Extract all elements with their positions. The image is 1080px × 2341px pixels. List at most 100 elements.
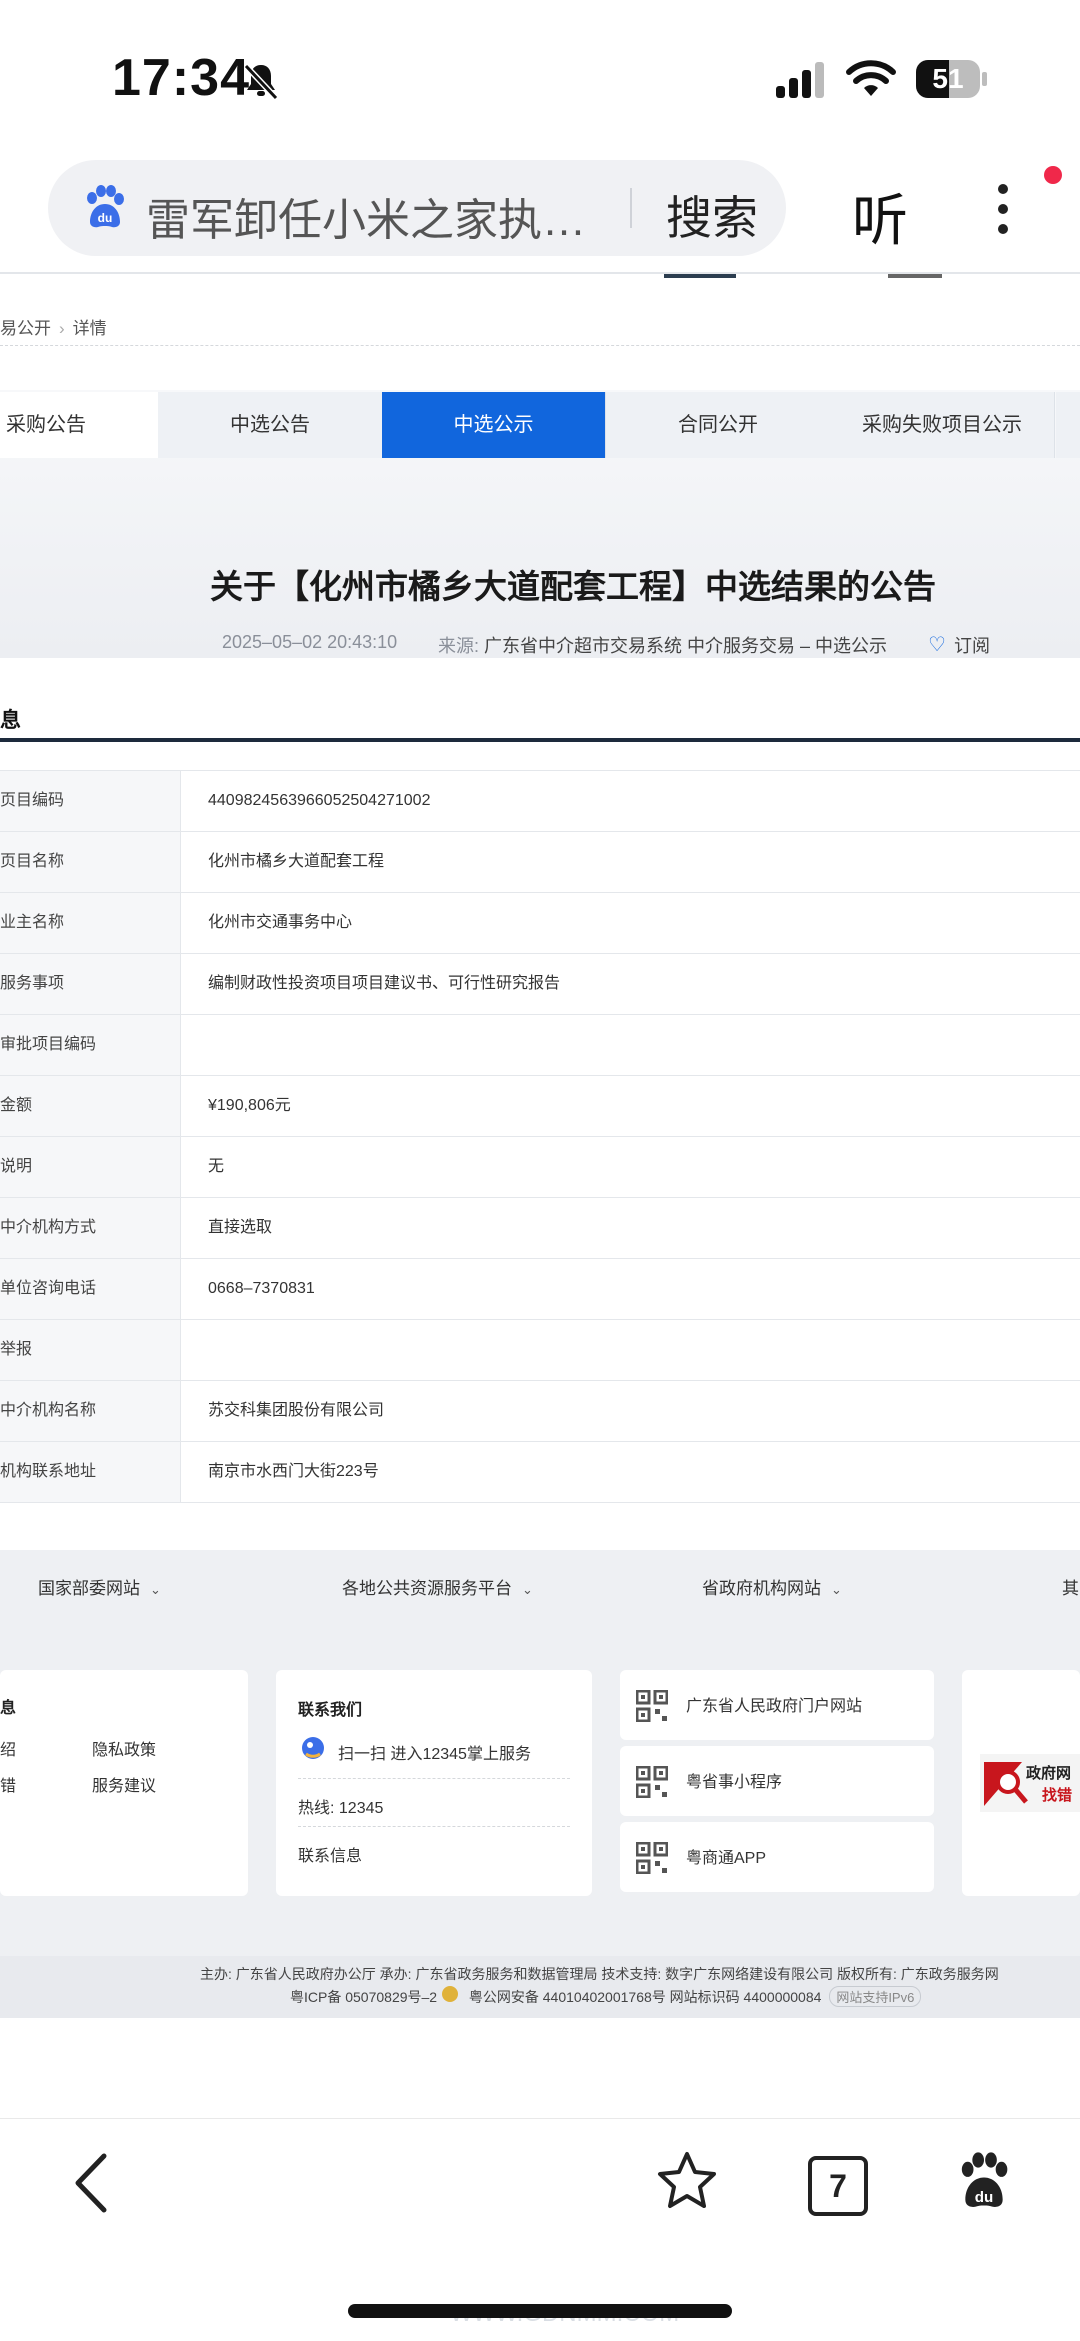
tab-next[interactable] <box>1056 392 1080 458</box>
info-section-line <box>0 738 1080 742</box>
footer-nav-label: 各地公共资源服务平台 <box>342 1579 512 1598</box>
row-value: 苏交科集团股份有限公司 <box>208 1402 385 1419</box>
search-button[interactable]: 搜索 <box>666 182 758 248</box>
footer-info-title: 息 <box>0 1700 17 1717</box>
page-header-underline <box>888 274 942 278</box>
footer-nav-label: 省政府机构网站 <box>702 1579 821 1598</box>
table-row: 中介机构名称 苏交科集团股份有限公司 <box>0 1381 1080 1442</box>
table-row: 说明 无 <box>0 1137 1080 1198</box>
footer-link-errors[interactable]: 错 <box>0 1772 16 1796</box>
table-row: 审批项目编码 <box>0 1015 1080 1076</box>
breadcrumb-separator: › <box>59 319 65 338</box>
link-miniprogram[interactable]: 粤省事小程序 <box>686 1768 782 1792</box>
gov-error-finder-logo[interactable]: 政府网 找错 <box>980 1754 1080 1812</box>
footer-nav-label: 国家部委网站 <box>38 1579 140 1598</box>
search-query[interactable]: 雷军卸任小米之家执… <box>146 184 586 248</box>
footer-nav-provincial[interactable]: 省政府机构网站 ⌄ <box>702 1574 842 1599</box>
listen-button[interactable]: 听 <box>852 176 908 257</box>
row-value: ¥190,806元 <box>208 1097 291 1114</box>
row-value: 南京市水西门大街223号 <box>208 1463 379 1480</box>
battery-indicator: 51 <box>916 60 980 98</box>
table-row: 举报 <box>0 1320 1080 1381</box>
notice-source: 来源: 广东省中介超市交易系统 中介服务交易 – 中选公示 <box>438 632 887 658</box>
more-menu-dot <box>998 204 1008 214</box>
row-value: 化州市橘乡大道配套工程 <box>208 853 385 870</box>
public-security-number[interactable]: 粤公网安备 44010402001768号 网站标识码 4400000084 <box>469 1989 822 2005</box>
service-mascot-icon <box>302 1737 324 1759</box>
scan-12345[interactable]: 扫一扫 进入12345掌上服务 <box>338 1740 531 1764</box>
tab-procurement-notice[interactable]: 采购公告 <box>0 392 159 458</box>
notice-datetime: 2025–05–02 20:43:10 <box>222 632 398 652</box>
row-label: 页目名称 <box>0 832 181 892</box>
svg-text:du: du <box>98 211 113 225</box>
cellular-signal-icon <box>776 62 824 98</box>
back-icon[interactable] <box>70 2152 114 2214</box>
footer-nav-ministries[interactable]: 国家部委网站 ⌄ <box>38 1574 161 1599</box>
gov-badge-line1: 政府网 <box>1026 1765 1072 1782</box>
page-header-border <box>0 272 1080 274</box>
tab-failed-projects[interactable]: 采购失败项目公示 <box>830 392 1055 458</box>
info-section-title: 息 <box>0 709 21 732</box>
row-value: 440982456396605250427100​2 <box>208 792 431 809</box>
row-value: 化州市交通事务中心 <box>208 914 353 931</box>
table-row: 机构联系地址 南京市水西门大街223号 <box>0 1442 1080 1503</box>
source-name: 广东省中介超市交易系统 中介服务交易 – 中选公示 <box>484 636 888 656</box>
breadcrumb-parent[interactable]: 易公开 <box>0 319 51 338</box>
chevron-down-icon: ⌄ <box>831 1582 842 1597</box>
breadcrumb-divider <box>0 345 1080 346</box>
footer-link-intro[interactable]: 绍 <box>0 1736 16 1760</box>
subscribe-button[interactable]: 订阅 <box>954 632 990 658</box>
heart-icon[interactable]: ♡ <box>928 632 946 657</box>
table-row: 页目名称 化州市橘乡大道配套工程 <box>0 832 1080 893</box>
source-label: 来源: <box>438 636 480 656</box>
bookmark-star-icon[interactable] <box>656 2150 718 2212</box>
ipv6-badge: 网站支持IPv6 <box>829 1986 922 2007</box>
info-table: 页目编码 440982456396605250427100​2 页目名称 化州市橘乡… <box>0 770 1080 1503</box>
row-label: 服务事项 <box>0 954 181 1014</box>
svg-text:du: du <box>975 2189 994 2206</box>
more-menu-dot <box>998 224 1008 234</box>
footer-link-privacy[interactable]: 隐私政策 <box>92 1736 156 1760</box>
link-provincial-portal[interactable]: 广东省人民政府门户网站 <box>686 1692 862 1716</box>
link-app[interactable]: 粤商通APP <box>686 1844 766 1868</box>
battery-level: 51 <box>932 63 964 94</box>
footer-nav-other[interactable]: 其 <box>1062 1574 1079 1599</box>
row-label: 中介机构名称 <box>0 1381 181 1441</box>
baidu-paw-icon: du <box>87 185 124 228</box>
tab-contract-disclosure[interactable]: 合同公开 <box>606 392 831 458</box>
row-label: 金额 <box>0 1076 181 1136</box>
row-value: 无 <box>208 1158 225 1175</box>
baidu-home-icon[interactable]: du <box>956 2150 1012 2212</box>
footer-link-suggestions[interactable]: 服务建议 <box>92 1772 156 1796</box>
home-indicator[interactable] <box>348 2304 732 2318</box>
tab-switcher-button[interactable]: 7 <box>808 2156 868 2216</box>
qr-code-icon <box>636 1766 668 1798</box>
more-menu-icon[interactable] <box>998 184 1008 194</box>
footer-icp: 粤ICP备 05070829号–2 粤公网安备 44010402001768号 … <box>290 1986 922 2007</box>
breadcrumb-current: 详情 <box>72 319 107 338</box>
row-label: 机构联系地址 <box>0 1442 181 1502</box>
footer-nav-resources[interactable]: 各地公共资源服务平台 ⌄ <box>342 1574 533 1599</box>
page-header-underline <box>664 274 736 278</box>
tab-selected-notice[interactable]: 中选公告 <box>158 392 383 458</box>
contact-info-link[interactable]: 联系信息 <box>298 1842 362 1866</box>
table-row: 服务事项 编制财政性投资项目项目建议书、可行性研究报告 <box>0 954 1080 1015</box>
qr-code-icon <box>636 1842 668 1874</box>
notice-title: 关于【化州市橘乡大道配套工程】中选结果的公告 <box>210 568 936 605</box>
police-badge-icon <box>442 1986 458 2002</box>
status-time: 17:34 <box>112 49 250 107</box>
notification-dot <box>1044 166 1062 184</box>
icp-number[interactable]: 粤ICP备 05070829号–2 <box>290 1989 437 2005</box>
tab-selected-publicity[interactable]: 中选公示 <box>382 392 606 458</box>
wifi-icon <box>846 60 896 96</box>
row-label: 审批项目编码 <box>0 1015 181 1075</box>
table-row: 业主名称 化州市交通事务中心 <box>0 893 1080 954</box>
footer-organizer: 主办: 广东省人民政府办公厅 承办: 广东省政务服务和数据管理局 技术支持: 数… <box>200 1966 999 1982</box>
table-row: 金额 ¥190,806元 <box>0 1076 1080 1137</box>
row-label: 中介机构方式 <box>0 1198 181 1258</box>
contact-divider <box>298 1778 570 1779</box>
table-row: 中介机构方式 直接选取 <box>0 1198 1080 1259</box>
row-value: 直接选取 <box>208 1219 273 1236</box>
magnifier-icon <box>984 1762 1028 1806</box>
chevron-down-icon: ⌄ <box>150 1582 161 1597</box>
